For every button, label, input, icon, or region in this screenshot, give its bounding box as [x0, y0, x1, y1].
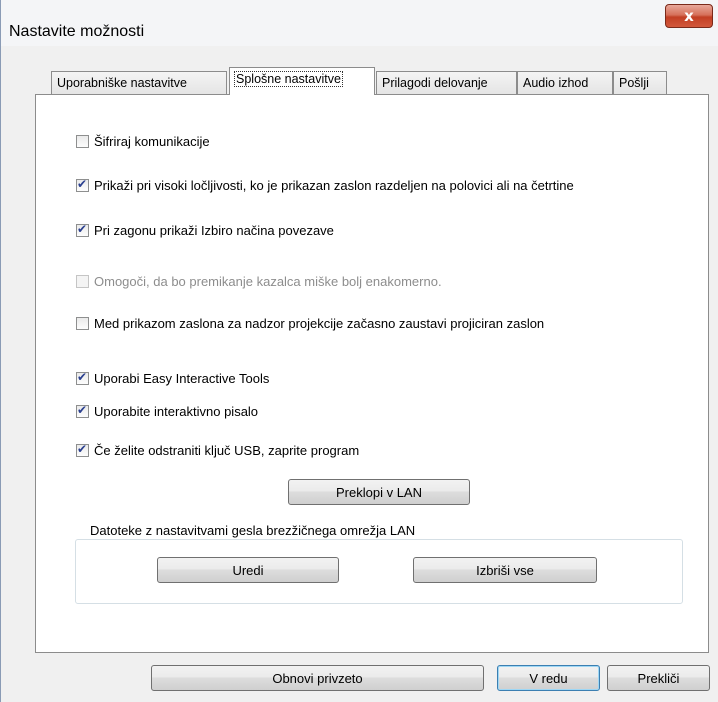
checkbox[interactable]: [76, 134, 89, 148]
option-label: Prikaži pri visoki ločljivosti, ko je pr…: [94, 177, 574, 193]
switch-to-lan-button[interactable]: Preklopi v LAN: [288, 479, 470, 505]
option-label: Pri zagonu prikaži Izbiro načina povezav…: [94, 222, 334, 238]
checkbox-checked[interactable]: [76, 222, 89, 237]
options-dialog: Nastavite možnosti x Uporabniške nastavi…: [0, 0, 718, 702]
checkbox-checked[interactable]: [76, 370, 89, 385]
option-show-connection-mode-at-startup[interactable]: Pri zagonu prikaži Izbiro načina povezav…: [76, 221, 334, 239]
button-label: Prekliči: [637, 670, 680, 686]
checkbox-checked[interactable]: [76, 442, 89, 457]
button-label: Obnovi privzeto: [272, 670, 363, 686]
tab-audio-output[interactable]: Audio izhod: [517, 71, 613, 95]
option-use-easy-interactive-tools[interactable]: Uporabi Easy Interactive Tools: [76, 369, 269, 387]
button-label: V redu: [529, 670, 568, 686]
tab-general-settings[interactable]: Splošne nastavitve: [229, 67, 375, 95]
tab-label: Prilagodi delovanje: [382, 76, 488, 90]
checkbox-checked[interactable]: [76, 177, 89, 192]
group-title: Datoteke z nastavitvami gesla brezžičneg…: [87, 523, 419, 538]
option-smooth-mouse-cursor: Omogoči, da bo premikanje kazalca miške …: [76, 272, 442, 290]
cancel-button[interactable]: Prekliči: [607, 665, 710, 691]
restore-defaults-button[interactable]: Obnovi privzeto: [151, 665, 484, 691]
option-label: Omogoči, da bo premikanje kazalca miške …: [94, 273, 442, 289]
option-label: Uporabi Easy Interactive Tools: [94, 370, 270, 386]
option-label: Med prikazom zaslona za nadzor projekcij…: [94, 315, 545, 331]
delete-all-button[interactable]: Izbriši vse: [413, 557, 597, 583]
title-bar: Nastavite možnosti x: [1, 0, 718, 46]
window-title: Nastavite možnosti: [9, 23, 145, 40]
checkbox[interactable]: [76, 316, 89, 330]
checkbox-disabled: [76, 274, 89, 288]
option-high-resolution-split[interactable]: Prikaži pri visoki ločljivosti, ko je pr…: [76, 176, 574, 194]
close-button[interactable]: x: [665, 4, 713, 28]
tab-label: Uporabniške nastavitve: [57, 76, 187, 90]
tab-label: Pošlji: [619, 76, 649, 90]
option-encrypt-communications[interactable]: Šifriraj komunikacije: [76, 132, 210, 150]
option-label: Uporabite interaktivno pisalo: [94, 403, 259, 419]
close-icon: x: [684, 7, 694, 25]
option-use-interactive-pen[interactable]: Uporabite interaktivno pisalo: [76, 402, 258, 420]
edit-button[interactable]: Uredi: [157, 557, 339, 583]
option-pause-projected-screen[interactable]: Med prikazom zaslona za nadzor projekcij…: [76, 314, 544, 332]
tab-send[interactable]: Pošlji: [613, 71, 667, 95]
option-label: Če želite odstraniti ključ USB, zaprite …: [94, 442, 360, 458]
button-label: Preklopi v LAN: [336, 484, 422, 500]
option-close-program-remove-usb[interactable]: Če želite odstraniti ključ USB, zaprite …: [76, 441, 359, 459]
tab-adjust-operation[interactable]: Prilagodi delovanje: [376, 71, 517, 95]
ok-button[interactable]: V redu: [497, 665, 600, 691]
button-label: Uredi: [232, 562, 264, 578]
tab-label: Audio izhod: [523, 76, 589, 90]
tab-user-settings[interactable]: Uporabniške nastavitve: [51, 71, 227, 95]
checkbox-checked[interactable]: [76, 403, 89, 418]
option-label: Šifriraj komunikacije: [94, 133, 210, 149]
tab-label: Splošne nastavitve: [234, 71, 343, 87]
button-label: Izbriši vse: [476, 562, 534, 578]
